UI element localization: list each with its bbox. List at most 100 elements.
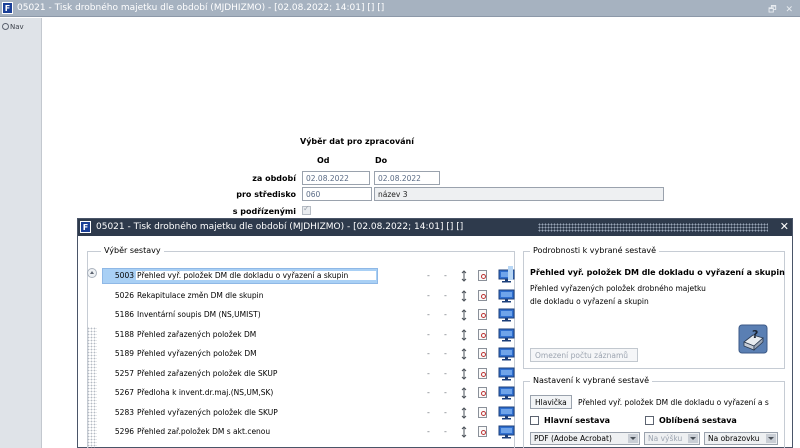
sort-icon[interactable] [460, 367, 468, 380]
report-code: 5267 [114, 388, 134, 397]
period-label: za období [252, 174, 296, 183]
period-from-input[interactable]: 02.08.2022 [302, 171, 370, 185]
center-code-input[interactable]: 060 [302, 187, 372, 201]
report-dash: - [444, 329, 447, 339]
monitor-icon[interactable] [498, 308, 515, 322]
report-row[interactable]: 5267 Předloha k invent.dr.maj.(NS,UM,SK) -… [102, 386, 515, 401]
subordinates-checkbox[interactable] [302, 204, 311, 215]
column-from-header: Od [317, 156, 330, 165]
report-row[interactable]: 5283 Přehled vyřazených položek dle SKUP -… [102, 406, 515, 421]
orientation-select[interactable]: Na výšku [644, 432, 700, 445]
titlebar-grip [538, 223, 768, 232]
monitor-icon[interactable] [498, 406, 515, 420]
nav-icon [2, 23, 9, 30]
sort-icon[interactable] [460, 406, 468, 419]
report-code: 5296 [114, 427, 134, 436]
output-select-value: Na obrazovku [708, 434, 760, 443]
report-code: 5026 [114, 290, 134, 300]
scroll-up-icon[interactable] [87, 268, 97, 278]
pdf-icon[interactable] [478, 348, 487, 359]
monitor-icon[interactable] [498, 425, 515, 439]
pdf-icon[interactable] [478, 270, 487, 281]
printer-help-icon[interactable]: ? [738, 324, 768, 354]
report-row[interactable]: 5026 Rekapitulace změn DM dle skupin - - [102, 289, 515, 304]
favorite-label: Oblíbená sestava [659, 416, 737, 425]
header-value: Přehled vyř. položek DM dle dokladu o vy… [578, 398, 769, 407]
monitor-icon[interactable] [498, 328, 515, 342]
nav-button[interactable]: Nav [2, 23, 24, 31]
sort-icon[interactable] [460, 309, 468, 321]
report-title: Rekapitulace změn DM dle skupin [137, 290, 264, 300]
settings-group-title: Nastavení k vybrané sestavě [530, 376, 652, 385]
monitor-icon[interactable] [498, 386, 515, 400]
pdf-icon[interactable] [478, 289, 487, 301]
pdf-icon[interactable] [478, 367, 487, 379]
report-title: Přehled zařazených položek dle SKUP [137, 368, 278, 378]
report-dash: - [444, 427, 447, 436]
dialog-close-icon[interactable]: ✕ [780, 221, 789, 233]
report-title: Inventární soupis DM (NS,UMIST) [137, 310, 261, 319]
list-scroll-track [87, 327, 97, 448]
pdf-icon[interactable] [478, 328, 487, 340]
dialog-titlebar[interactable]: F 05021 - Tisk drobného majetku dle obdo… [78, 219, 792, 236]
report-code: 5257 [114, 368, 134, 378]
monitor-icon[interactable] [498, 289, 515, 303]
limit-records-button[interactable]: Omezení počtu záznamů [530, 348, 638, 362]
main-report-label: Hlavní sestava [544, 416, 611, 425]
report-dash: - [427, 427, 430, 436]
nav-label: Nav [10, 23, 24, 31]
report-dash: - [444, 290, 447, 300]
selected-row-marker [508, 266, 513, 280]
sort-icon[interactable] [460, 426, 468, 438]
report-dash: - [444, 310, 447, 319]
dialog-title: 05021 - Tisk drobného majetku dle období… [96, 222, 464, 232]
pdf-icon[interactable] [478, 426, 487, 437]
window-controls[interactable]: 🗗 ✕ [768, 2, 796, 18]
report-title: Přehled vyřazených položek dle SKUP [137, 407, 278, 417]
monitor-icon[interactable] [498, 347, 515, 361]
main-titlebar: F 05021 - Tisk drobného majetku dle obdo… [0, 0, 800, 17]
report-dash: - [444, 368, 447, 378]
output-select[interactable]: Na obrazovku [704, 432, 778, 445]
sort-icon[interactable] [460, 289, 468, 302]
report-dash: - [444, 407, 447, 417]
sort-icon[interactable] [460, 328, 468, 341]
report-dash: - [427, 290, 430, 300]
sort-icon[interactable] [460, 348, 468, 360]
header-button[interactable]: Hlavička [530, 395, 572, 409]
monitor-icon[interactable] [498, 367, 515, 381]
sort-icon[interactable] [460, 387, 468, 399]
left-nav-panel: Nav [0, 18, 42, 448]
details-desc-line1: Přehled vyřazených položek drobného maje… [530, 284, 706, 293]
details-group-title: Podrobnosti k vybrané sestavě [530, 246, 660, 255]
form-heading: Výběr dat pro zpracování [300, 137, 414, 146]
pdf-icon[interactable] [478, 406, 487, 418]
sort-icon[interactable] [460, 270, 468, 282]
report-row[interactable]: 5257 Přehled zařazených položek dle SKUP -… [102, 367, 515, 382]
report-dash: - [444, 388, 447, 397]
report-title: Přehled vyřazených položek DM [137, 349, 257, 358]
report-dash: - [444, 271, 447, 280]
report-title: Přehled zařazených položek DM [137, 329, 257, 339]
pdf-icon[interactable] [478, 309, 487, 320]
main-report-checkbox[interactable] [530, 416, 539, 425]
report-dash: - [427, 310, 430, 319]
pdf-icon[interactable] [478, 387, 487, 398]
svg-text:?: ? [752, 328, 758, 341]
report-title: Předloha k invent.dr.maj.(NS,UM,SK) [137, 388, 274, 397]
favorite-checkbox[interactable] [645, 416, 654, 425]
format-select[interactable]: PDF (Adobe Acrobat) [530, 432, 640, 445]
subordinates-label: s podřízenými [232, 207, 296, 216]
report-row[interactable]: 5189 Přehled vyřazených položek DM - - [102, 347, 515, 362]
report-code: 5283 [114, 407, 134, 417]
report-row[interactable]: 5003 Přehled vyř. položek DM dle dokladu … [102, 268, 515, 284]
period-to-input[interactable]: 02.08.2022 [374, 171, 440, 185]
details-desc-line2: dle dokladu o vyřazení a skupin [530, 297, 649, 306]
report-title: Přehled vyř. položek DM dle dokladu o vy… [136, 271, 376, 280]
main-window-title: 05021 - Tisk drobného majetku dle období… [17, 3, 385, 13]
chevron-down-icon [688, 434, 698, 443]
report-dash: - [427, 388, 430, 397]
report-row[interactable]: 5296 Přehled zař.položek DM s akt.cenou - - [102, 425, 515, 440]
report-row[interactable]: 5186 Inventární soupis DM (NS,UMIST) - - [102, 308, 515, 323]
report-row[interactable]: 5188 Přehled zařazených položek DM - - [102, 328, 515, 343]
